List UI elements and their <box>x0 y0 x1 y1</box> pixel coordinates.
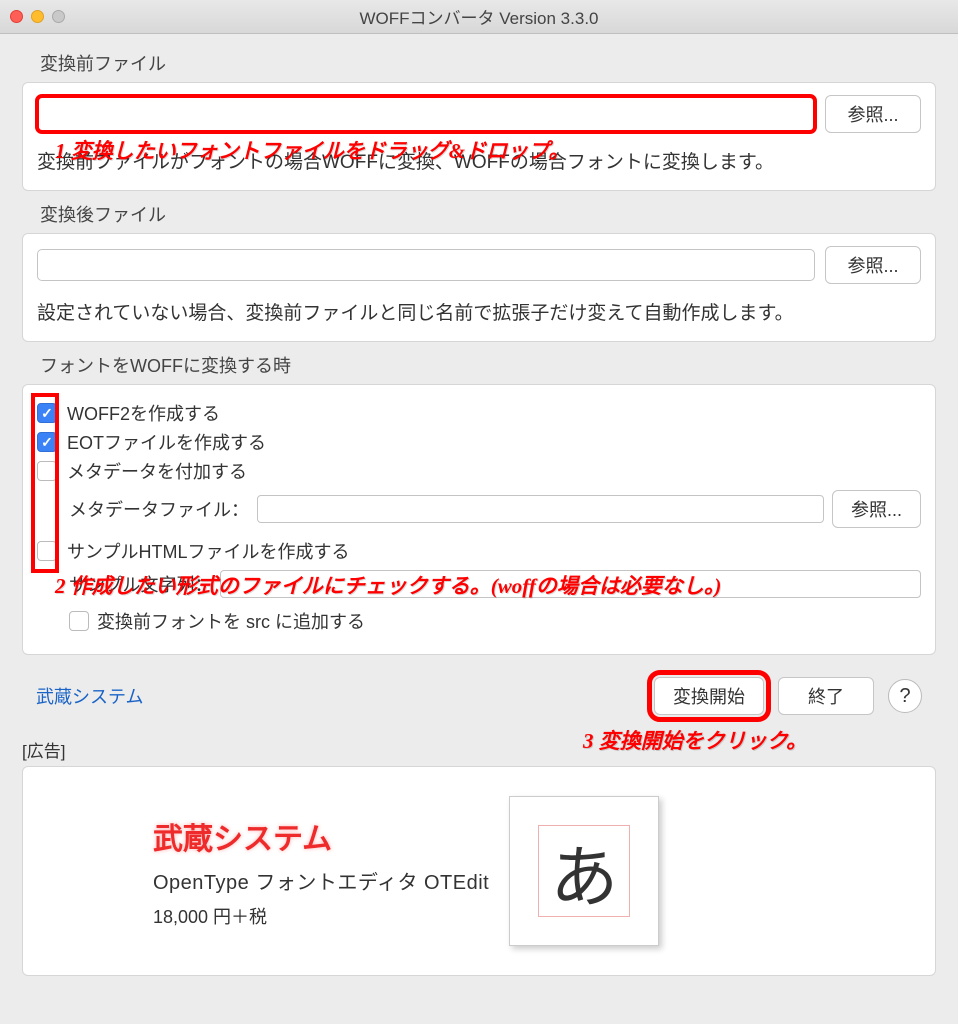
woff2-checkbox[interactable] <box>37 403 57 423</box>
metadata-label: メタデータを付加する <box>67 458 247 484</box>
ad-glyph: あ <box>538 825 630 917</box>
window-title: WOFFコンバータ Version 3.3.0 <box>10 4 948 29</box>
annotation-2: 2 作成したい形式のファイルにチェックする。(woffの場合は必要なし。) <box>55 570 721 600</box>
metadata-file-label: メタデータファイル： <box>69 496 249 522</box>
woff2-label: WOFF2を作成する <box>67 400 220 426</box>
ad-label: [広告] <box>22 737 958 762</box>
convert-button[interactable]: 変換開始 <box>654 677 764 715</box>
metadata-checkbox[interactable] <box>37 461 57 481</box>
close-window-button[interactable] <box>10 10 23 23</box>
minimize-window-button[interactable] <box>31 10 44 23</box>
add-src-label: 変換前フォントを src に追加する <box>97 608 365 634</box>
footer-row: 武蔵システム 変換開始 終了 ? <box>0 665 958 715</box>
source-section-label: 変換前ファイル <box>40 50 936 76</box>
metadata-file-input[interactable] <box>257 495 824 523</box>
ad-preview-image: あ <box>509 796 659 946</box>
maximize-window-button <box>52 10 65 23</box>
sample-html-label: サンプルHTMLファイルを作成する <box>67 538 349 564</box>
titlebar: WOFFコンバータ Version 3.3.0 <box>0 0 958 34</box>
quit-button[interactable]: 終了 <box>778 677 874 715</box>
source-browse-button[interactable]: 参照... <box>825 95 921 133</box>
ad-title: 武蔵システム <box>153 814 489 858</box>
metadata-browse-button[interactable]: 参照... <box>832 490 921 528</box>
ad-price: 18,000 円＋税 <box>153 903 489 929</box>
eot-label: EOTファイルを作成する <box>67 429 266 455</box>
options-panel: WOFF2を作成する EOTファイルを作成する メタデータを付加する メタデータ… <box>22 384 936 655</box>
vendor-link[interactable]: 武蔵システム <box>36 683 143 709</box>
dest-panel: 参照... 設定されていない場合、変換前ファイルと同じ名前で拡張子だけ変えて自動… <box>22 233 936 342</box>
help-button[interactable]: ? <box>888 679 922 713</box>
sample-html-checkbox[interactable] <box>37 541 57 561</box>
annotation-3: 3 変換開始をクリック。 <box>583 725 807 755</box>
add-src-checkbox[interactable] <box>69 611 89 631</box>
eot-checkbox[interactable] <box>37 432 57 452</box>
options-section-label: フォントをWOFFに変換する時 <box>40 352 936 378</box>
source-file-input[interactable] <box>37 96 815 132</box>
ad-subtitle: OpenType フォントエディタ OTEdit <box>153 866 489 895</box>
dest-section-label: 変換後ファイル <box>40 201 936 227</box>
dest-hint-text: 設定されていない場合、変換前ファイルと同じ名前で拡張子だけ変えて自動作成します。 <box>37 298 921 325</box>
dest-file-input[interactable] <box>37 249 815 281</box>
ad-panel[interactable]: 武蔵システム OpenType フォントエディタ OTEdit 18,000 円… <box>22 766 936 976</box>
window-controls <box>10 10 65 23</box>
dest-browse-button[interactable]: 参照... <box>825 246 921 284</box>
annotation-1: 1 変換したいフォントファイルをドラッグ&ドロップ。 <box>55 135 569 165</box>
